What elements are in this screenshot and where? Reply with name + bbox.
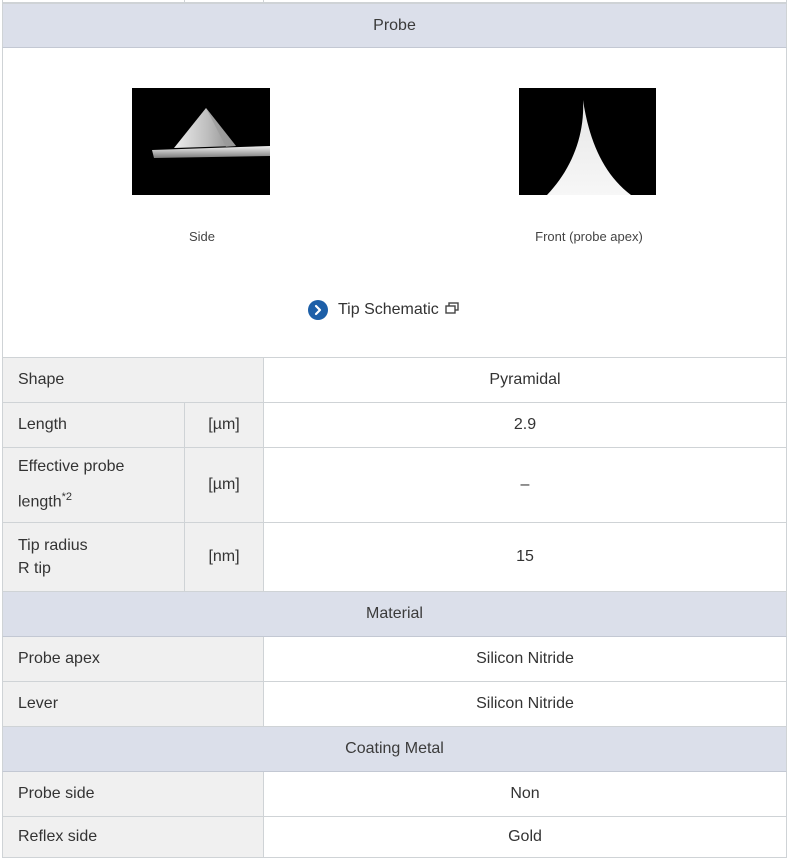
spec-unit: [µm] bbox=[184, 403, 263, 447]
section-title: Coating Metal bbox=[345, 740, 444, 757]
spec-row-effective-length: Effective probe length*2 [µm] – bbox=[2, 448, 787, 523]
spec-row-probe-apex: Probe apex Silicon Nitride bbox=[2, 637, 787, 682]
external-window-icon bbox=[445, 301, 459, 319]
front-probe-image bbox=[519, 88, 656, 195]
spec-row-reflex-side: Reflex side Gold bbox=[2, 817, 787, 858]
spec-row-shape: Shape Pyramidal bbox=[2, 358, 787, 403]
spec-label: Probe apex bbox=[3, 637, 263, 681]
spec-row-tip-radius: Tip radius R tip [nm] 15 bbox=[2, 523, 787, 592]
spec-value: Gold bbox=[263, 817, 786, 857]
section-title: Material bbox=[366, 605, 423, 622]
section-header-material: Material bbox=[2, 592, 787, 637]
spec-label-line2: R tip bbox=[18, 560, 51, 577]
section-header-coating: Coating Metal bbox=[2, 727, 787, 772]
front-figure: Front (probe apex) bbox=[519, 88, 659, 244]
front-caption: Front (probe apex) bbox=[535, 229, 643, 244]
spec-label-line1: Effective probe bbox=[18, 458, 125, 476]
spec-value: – bbox=[263, 448, 786, 522]
spec-label-line2: length*2 bbox=[18, 491, 72, 511]
spec-value: 2.9 bbox=[263, 403, 786, 447]
side-figure: Side bbox=[132, 88, 272, 244]
spec-label: Effective probe length*2 bbox=[3, 448, 184, 522]
chevron-right-circle-icon bbox=[308, 300, 328, 320]
side-probe-image bbox=[132, 88, 270, 195]
spec-label: Shape bbox=[3, 358, 263, 402]
spec-value: Non bbox=[263, 772, 786, 816]
tip-schematic-label: Tip Schematic bbox=[338, 301, 439, 318]
spec-unit: [nm] bbox=[184, 523, 263, 591]
spec-label: Lever bbox=[3, 682, 263, 726]
spec-value: 15 bbox=[263, 523, 786, 591]
spec-label-line1: Tip radius bbox=[18, 537, 88, 554]
spec-unit: [µm] bbox=[184, 448, 263, 522]
spec-table: Probe Side Front (probe apex) Tip Schema… bbox=[2, 0, 787, 858]
spec-value: Pyramidal bbox=[263, 358, 786, 402]
spec-row-lever: Lever Silicon Nitride bbox=[2, 682, 787, 727]
spec-label: Length bbox=[3, 403, 184, 447]
spec-value: Silicon Nitride bbox=[263, 637, 786, 681]
probe-images-panel: Side Front (probe apex) Tip Schematic bbox=[2, 48, 787, 358]
tip-schematic-link[interactable]: Tip Schematic bbox=[308, 300, 459, 320]
footnote-marker: *2 bbox=[61, 491, 72, 504]
section-title: Probe bbox=[373, 16, 416, 34]
spec-row-length: Length [µm] 2.9 bbox=[2, 403, 787, 448]
spec-row-probe-side: Probe side Non bbox=[2, 772, 787, 817]
spec-label: Reflex side bbox=[3, 817, 263, 857]
spec-label: Probe side bbox=[3, 772, 263, 816]
section-header-probe: Probe bbox=[2, 3, 787, 48]
spec-value: Silicon Nitride bbox=[263, 682, 786, 726]
side-caption: Side bbox=[188, 229, 216, 244]
spec-label: Tip radius R tip bbox=[3, 523, 184, 591]
